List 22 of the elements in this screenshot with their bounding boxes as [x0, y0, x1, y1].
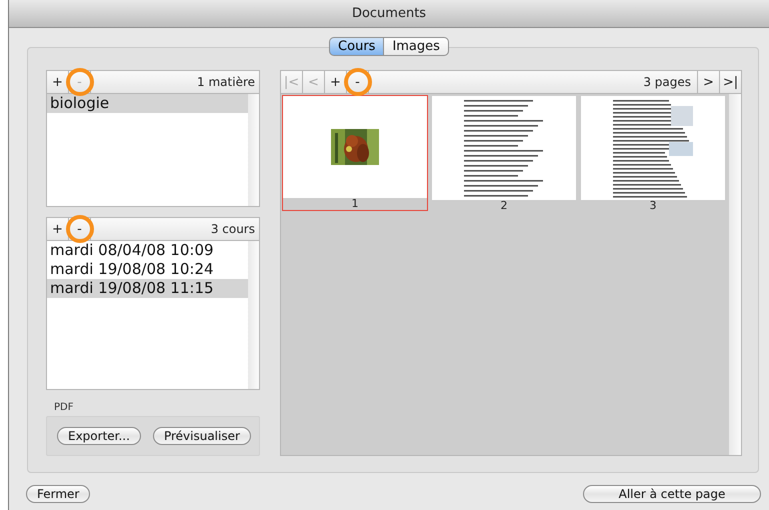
- list-item[interactable]: mardi 19/08/08 11:15: [47, 279, 248, 298]
- page-thumbnail[interactable]: 1: [282, 95, 428, 211]
- list-item[interactable]: mardi 19/08/08 10:24: [47, 260, 248, 280]
- page-count: 3 pages: [643, 75, 692, 89]
- tab[interactable]: Images: [383, 37, 449, 56]
- item-count: 1 matière: [197, 75, 256, 89]
- list-item[interactable]: biologie: [47, 94, 248, 113]
- page-number: 2: [500, 200, 508, 212]
- page-number: 1: [350, 198, 360, 210]
- tab[interactable]: Cours: [329, 37, 384, 56]
- scrollbar[interactable]: [729, 94, 741, 455]
- item-count: 3 cours: [210, 222, 256, 236]
- pdf-button[interactable]: Exporter...: [57, 427, 141, 446]
- close-button[interactable]: Fermer: [26, 485, 90, 503]
- scrollbar[interactable]: [248, 241, 259, 390]
- go-to-page-button[interactable]: Aller à cette page: [583, 485, 761, 503]
- page-number: 3: [648, 200, 658, 212]
- scrollbar[interactable]: [248, 94, 259, 206]
- window-title: Documents: [352, 6, 426, 21]
- list-item[interactable]: mardi 08/04/08 10:09: [47, 241, 248, 260]
- pdf-button[interactable]: Prévisualiser: [152, 427, 251, 446]
- section-label: PDF: [54, 402, 74, 414]
